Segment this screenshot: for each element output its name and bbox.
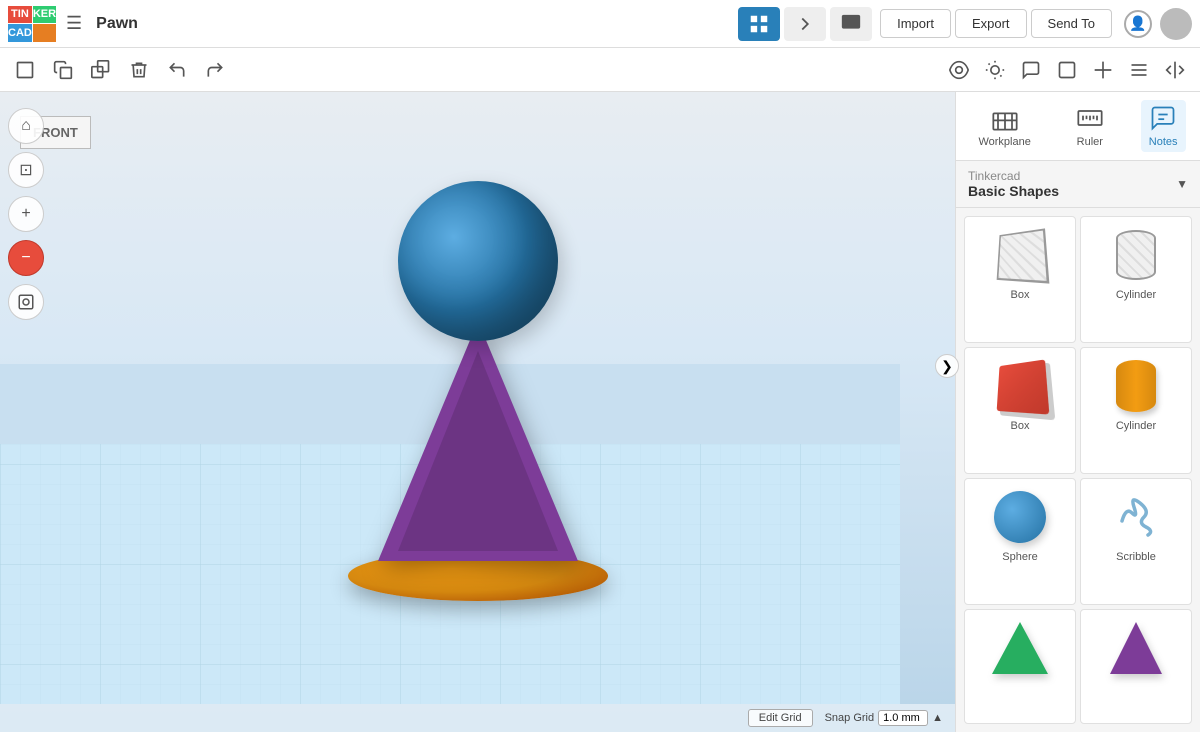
send-to-button[interactable]: Send To <box>1031 9 1112 38</box>
workplane-label: Workplane <box>978 136 1030 148</box>
logo-ker: KER <box>33 6 56 24</box>
light-button[interactable] <box>978 53 1012 87</box>
cone-purple-visual <box>1110 622 1162 674</box>
home-button[interactable]: ⌂ <box>8 108 44 144</box>
ruler-label: Ruler <box>1077 136 1103 148</box>
logo-cad2 <box>33 24 56 42</box>
shape-box-hatch-label: Box <box>1011 289 1030 301</box>
fit-button[interactable]: ⊡ <box>8 152 44 188</box>
right-panel: Workplane Ruler Notes <box>955 92 1200 732</box>
shape-scribble-label: Scribble <box>1116 551 1156 563</box>
right-panel-icons: Workplane Ruler Notes <box>956 92 1200 161</box>
user-avatar[interactable] <box>1160 8 1192 40</box>
copy-to-button[interactable] <box>46 53 80 87</box>
shape-box-red[interactable]: Box <box>964 347 1076 474</box>
bottom-bar: Edit Grid Snap Grid ▲ <box>0 704 955 732</box>
right-toolbar-group <box>942 53 1192 87</box>
snap-grid: Snap Grid ▲ <box>825 710 943 726</box>
shape-scribble[interactable]: Scribble <box>1080 478 1192 605</box>
logo-cad1: CAD <box>8 24 32 42</box>
shape-button-2[interactable] <box>1086 53 1120 87</box>
pawn-sphere <box>398 181 558 341</box>
left-controls: ⌂ ⊡ + − <box>0 92 52 320</box>
shapes-header: Tinkercad Basic Shapes ▼ <box>956 161 1200 208</box>
pawn-3d-model[interactable] <box>348 181 608 601</box>
ruler-button[interactable]: Ruler <box>1068 100 1112 152</box>
shape-sphere-blue[interactable]: Sphere <box>964 478 1076 605</box>
pawn-cone <box>378 321 578 561</box>
pyramid-green-visual <box>992 622 1048 674</box>
topbar-tabs <box>738 7 872 41</box>
tab-code[interactable] <box>784 7 826 41</box>
shape-cone-purple[interactable] <box>1080 609 1192 724</box>
cylinder-orange-visual <box>1116 360 1156 412</box>
shapes-dropdown[interactable]: ▼ <box>1176 177 1188 191</box>
shape-pyramid-green[interactable] <box>964 609 1076 724</box>
snap-grid-input[interactable] <box>878 710 928 726</box>
tab-simulate[interactable] <box>830 7 872 41</box>
box-hatch-visual <box>997 228 1050 283</box>
logo-tin: TIN <box>8 6 32 24</box>
align-button[interactable] <box>1122 53 1156 87</box>
cylinder-hatch-visual <box>1116 230 1156 280</box>
redo-button[interactable] <box>198 53 232 87</box>
notes-label: Notes <box>1149 136 1178 148</box>
shape-cylinder-hatch[interactable]: Cylinder <box>1080 216 1192 343</box>
undo-button[interactable] <box>160 53 194 87</box>
shape-box-hatch[interactable]: Box <box>964 216 1076 343</box>
toolbar2 <box>0 48 1200 92</box>
new-button[interactable] <box>8 53 42 87</box>
orientation-button[interactable] <box>8 284 44 320</box>
notes-view-button[interactable] <box>1014 53 1048 87</box>
edit-grid-button[interactable]: Edit Grid <box>748 709 813 727</box>
sphere-blue-visual <box>994 491 1046 543</box>
topbar: TIN KER CAD ☰ Pawn Import Export Send To… <box>0 0 1200 48</box>
main-area: ⌂ ⊡ + − FRONT <box>0 92 1200 732</box>
panel-toggle-button[interactable]: ❯ <box>935 354 959 378</box>
zoom-out-button[interactable]: − <box>8 240 44 276</box>
viewport[interactable]: FRONT Edit G <box>0 92 955 732</box>
box-red-visual <box>997 359 1050 414</box>
notes-button[interactable]: Notes <box>1141 100 1186 152</box>
shapes-category: Tinkercad <box>968 169 1059 183</box>
shape-sphere-label: Sphere <box>1002 551 1037 563</box>
duplicate-button[interactable] <box>84 53 118 87</box>
export-button[interactable]: Export <box>955 9 1027 38</box>
add-user-icon[interactable]: 👤 <box>1124 10 1152 38</box>
workplane-button[interactable]: Workplane <box>970 100 1038 152</box>
zoom-in-button[interactable]: + <box>8 196 44 232</box>
camera-button[interactable] <box>942 53 976 87</box>
snap-grid-label: Snap Grid <box>825 712 875 724</box>
menu-icon[interactable]: ☰ <box>66 13 82 34</box>
shapes-title: Basic Shapes <box>968 183 1059 199</box>
shape-cylinder-orange[interactable]: Cylinder <box>1080 347 1192 474</box>
scribble-visual <box>1110 491 1162 543</box>
shapes-grid: Box Cylinder Box Cylinder <box>956 208 1200 732</box>
import-button[interactable]: Import <box>880 9 951 38</box>
shape-button-1[interactable] <box>1050 53 1084 87</box>
tinkercad-logo: TIN KER CAD <box>8 6 56 42</box>
shape-box-red-label: Box <box>1011 420 1030 432</box>
shape-cylinder-orange-label: Cylinder <box>1116 420 1156 432</box>
shape-cylinder-hatch-label: Cylinder <box>1116 289 1156 301</box>
delete-button[interactable] <box>122 53 156 87</box>
topbar-actions: Import Export Send To 👤 <box>880 8 1192 40</box>
tab-grid[interactable] <box>738 7 780 41</box>
snap-grid-arrow[interactable]: ▲ <box>932 712 943 724</box>
mirror-button[interactable] <box>1158 53 1192 87</box>
project-name: Pawn <box>96 15 138 33</box>
